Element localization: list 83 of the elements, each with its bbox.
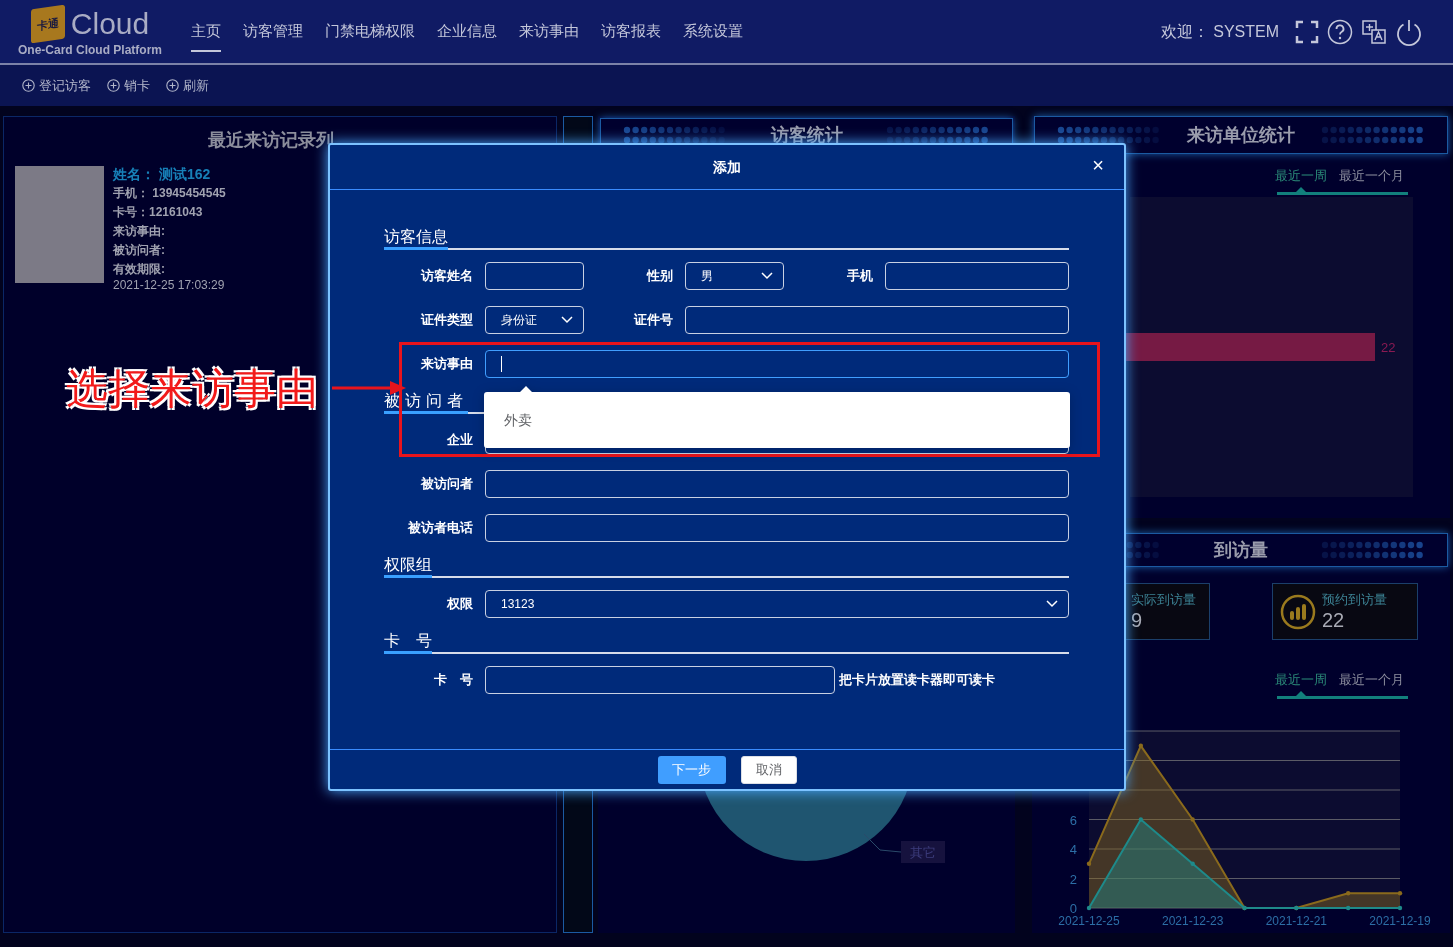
input-field[interactable] — [485, 350, 1069, 378]
stat-label: 实际到访量 — [1131, 591, 1196, 608]
visitor-detail: 有效期限: — [113, 261, 166, 277]
panel-title: 到访量 — [1214, 538, 1268, 562]
input-field[interactable] — [485, 514, 1069, 542]
nav-tab[interactable]: 来访事由 — [519, 11, 579, 52]
close-button[interactable]: × — [1092, 155, 1104, 175]
chevron-down-icon — [561, 316, 573, 324]
input-field[interactable] — [485, 470, 1069, 498]
tagline: One-Card Cloud Platform — [18, 42, 162, 57]
chart-label: 其它 — [901, 841, 945, 863]
field-label: 手机 — [846, 267, 873, 286]
axis-tick-label: 4 — [1069, 842, 1077, 857]
field-label: 性别 — [645, 267, 673, 286]
add-icon — [22, 79, 35, 92]
field-label: 企业 — [446, 431, 473, 450]
field-label: 证件类型 — [419, 311, 473, 330]
select-field[interactable]: 男 — [685, 262, 784, 290]
select-field[interactable]: 身份证 — [485, 306, 584, 334]
input-field[interactable] — [885, 262, 1069, 290]
axis-tick-label: 6 — [1069, 812, 1077, 828]
bar-value-label: 22 — [1381, 340, 1396, 355]
input-field[interactable] — [485, 666, 835, 694]
section-heading: 权限组 — [384, 556, 432, 578]
panel-title: 来访单位统计 — [1187, 123, 1295, 147]
chevron-down-icon — [1046, 600, 1058, 608]
axis-tick-label: 0 — [1069, 901, 1077, 916]
nav-tab[interactable]: 门禁电梯权限 — [325, 11, 415, 52]
field-label: 证件号 — [632, 311, 673, 330]
toolbar-button[interactable]: 登记访客 — [22, 75, 91, 96]
stat-label: 预约到访量 — [1322, 591, 1387, 608]
welcome-text: 欢迎： SYSTEM — [1160, 21, 1279, 42]
nav-tab[interactable]: 系统设置 — [683, 11, 743, 52]
panel-title: 访客统计 — [770, 123, 843, 147]
power-icon[interactable] — [1395, 17, 1423, 46]
add-icon — [107, 79, 120, 92]
visitor-detail: 来访事由: — [113, 223, 166, 239]
fullscreen-icon[interactable] — [1295, 19, 1319, 44]
dialog-title: 添加 — [713, 157, 741, 177]
field-label: 来访事由 — [420, 355, 473, 374]
field-label: 被访问者 — [419, 475, 473, 494]
stat-value: 22 — [1322, 607, 1346, 632]
visitor-detail: 手机： 13945454545 — [113, 185, 226, 201]
nav-tab[interactable]: 企业信息 — [437, 11, 497, 52]
period-tab[interactable]: 最近一个月 — [1339, 672, 1404, 696]
input-field[interactable] — [485, 262, 584, 290]
chevron-down-icon — [761, 272, 773, 280]
hint-text: 把卡片放置读卡器即可读卡 — [839, 671, 995, 690]
nav-tab[interactable]: 访客报表 — [601, 11, 661, 52]
select-field[interactable]: 13123 — [485, 590, 1069, 618]
add-icon — [166, 79, 179, 92]
toolbar-button[interactable]: 销卡 — [107, 75, 150, 96]
field-label: 权限 — [446, 595, 473, 614]
period-tab[interactable]: 最近一个月 — [1339, 168, 1404, 192]
dropdown-option[interactable]: 外卖 — [504, 409, 532, 431]
help-icon[interactable] — [1327, 18, 1353, 45]
field-label: 卡 号 — [433, 671, 473, 690]
visitor-detail: 被访问者: — [113, 242, 166, 258]
toolbar-button[interactable]: 刷新 — [166, 75, 209, 96]
visitor-detail: 2021-12-25 17:03:29 — [113, 277, 226, 293]
leader-line — [863, 833, 902, 853]
annotation-text: 选择来访事由 — [66, 364, 318, 414]
axis-tick-label: 2021-12-25 — [1058, 914, 1120, 928]
section-heading: 访客信息 — [384, 228, 448, 250]
logo-icon: 卡通 — [30, 4, 65, 43]
nav-tab[interactable]: 主页 — [191, 11, 221, 52]
field-label: 被访者电话 — [406, 519, 473, 538]
axis-tick-label: 2021-12-23 — [1161, 914, 1224, 928]
axis-tick-label: 2021-12-21 — [1265, 914, 1328, 928]
logo-text: Cloud — [70, 6, 150, 41]
nav-tab[interactable]: 访客管理 — [243, 11, 303, 52]
input-field[interactable] — [685, 306, 1069, 334]
axis-tick-label: 2 — [1069, 871, 1077, 887]
stat-value: 9 — [1131, 607, 1144, 632]
text-cursor — [501, 356, 502, 372]
section-heading: 卡 号 — [384, 632, 432, 654]
bar-chart-icon — [1280, 593, 1316, 630]
field-label: 访客姓名 — [419, 267, 473, 286]
visitor-detail: 卡号：12161043 — [113, 204, 204, 220]
dialog-button[interactable]: 取消 — [740, 755, 797, 784]
axis-tick-label: 2021-12-19 — [1369, 914, 1431, 928]
translate-icon[interactable] — [1361, 18, 1387, 45]
visitor-name: 姓名： 测试162 — [113, 166, 212, 182]
